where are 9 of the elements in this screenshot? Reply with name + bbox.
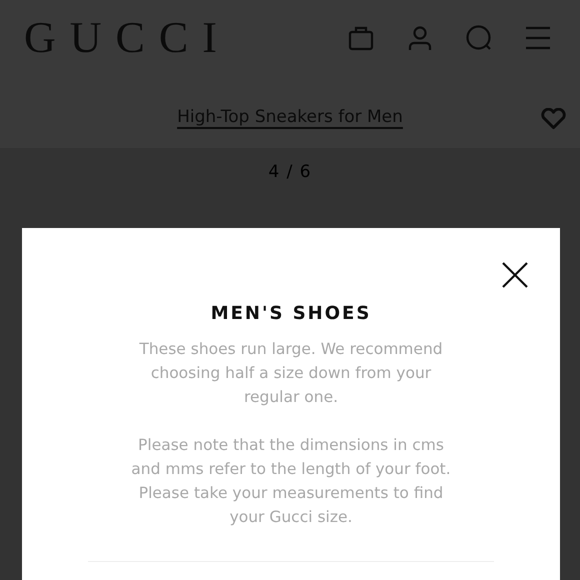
heart-icon[interactable] — [541, 108, 566, 130]
modal-title: MEN'S SHOES — [210, 302, 372, 326]
user-icon[interactable] — [406, 24, 434, 52]
menu-icon[interactable] — [524, 24, 552, 52]
close-icon[interactable] — [500, 260, 530, 290]
shopping-bag-icon[interactable] — [347, 24, 375, 52]
search-icon[interactable] — [465, 24, 493, 52]
modal-text: These shoes run large. We recommend choosing half a size down from your regular one. — [138, 339, 444, 408]
modal-text: Please note that the dimensions in cms and mms refer to the length of your foot. Please take your measurements to find your Gucci size. — [130, 435, 452, 528]
